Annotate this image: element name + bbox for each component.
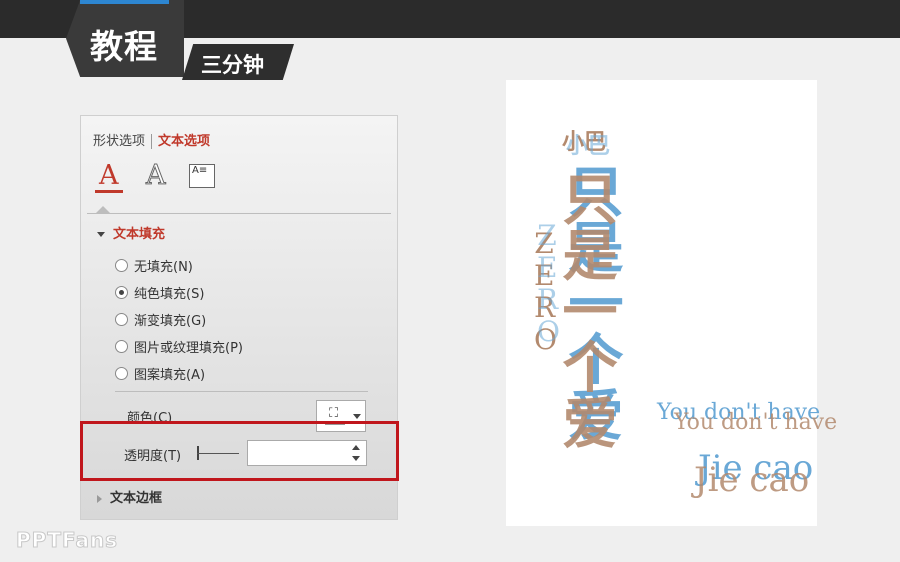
panel-tabs: 形状选项 文本选项	[93, 130, 210, 149]
transparency-highlight-box	[80, 421, 399, 481]
xiaoba-text-shadow: 小巴	[566, 134, 611, 159]
radio-pattern-fill[interactable]: 图案填充(A)	[115, 364, 205, 383]
radio-label: 图案填充(A)	[134, 368, 206, 383]
radio-label: 无填充(N)	[134, 260, 193, 275]
text-fill-outline-icon[interactable]: A	[95, 160, 123, 194]
radio-label: 纯色填充(S)	[134, 287, 205, 302]
vertical-chinese-brown: 只 是 一 个 爱	[562, 168, 618, 456]
paint-bucket-icon: ⛶	[329, 406, 339, 421]
radio-solid-fill[interactable]: 纯色填充(S)	[115, 283, 204, 302]
pptfans-watermark: PPTFans	[15, 528, 119, 553]
english-line-brown: You don't have	[674, 410, 838, 435]
radio-no-fill[interactable]: 无填充(N)	[115, 256, 193, 275]
header-main-title: 教程	[90, 27, 158, 66]
options-divider	[115, 391, 368, 392]
header-sub-title: 三分钟	[201, 53, 264, 77]
chevron-down-icon	[353, 414, 361, 419]
textbox-icon[interactable]: A≡	[189, 164, 215, 188]
jie-line-brown: Jie cao	[694, 460, 810, 500]
radio-button[interactable]	[115, 313, 128, 326]
tab-shape-options[interactable]: 形状选项	[93, 130, 145, 149]
icon-row-divider	[87, 213, 391, 214]
tab-text-options[interactable]: 文本选项	[158, 130, 210, 149]
radio-button[interactable]	[115, 367, 128, 380]
slide-preview: 小巴 小巴 只 是 一 个 爱 只 是 一 个 爱 Z E R O Z E R …	[506, 80, 837, 526]
selected-tab-caret	[96, 206, 110, 213]
radio-button[interactable]	[115, 340, 128, 353]
radio-button[interactable]	[115, 286, 128, 299]
text-effects-icon[interactable]: A	[142, 160, 170, 194]
radio-label: 渐变填充(G)	[134, 314, 207, 329]
vertical-zero-blue: Z E R O	[537, 219, 560, 348]
header-accent-bar	[80, 0, 169, 4]
radio-picture-texture-fill[interactable]: 图片或纹理填充(P)	[115, 337, 243, 356]
expand-triangle-icon	[97, 494, 102, 503]
section-text-border[interactable]: 文本边框	[97, 487, 162, 506]
radio-button[interactable]	[115, 259, 128, 272]
collapse-triangle-icon	[97, 232, 105, 237]
tab-separator	[151, 134, 153, 149]
radio-gradient-fill[interactable]: 渐变填充(G)	[115, 310, 206, 329]
section-text-fill[interactable]: 文本填充	[97, 223, 165, 242]
radio-label: 图片或纹理填充(P)	[134, 341, 243, 356]
